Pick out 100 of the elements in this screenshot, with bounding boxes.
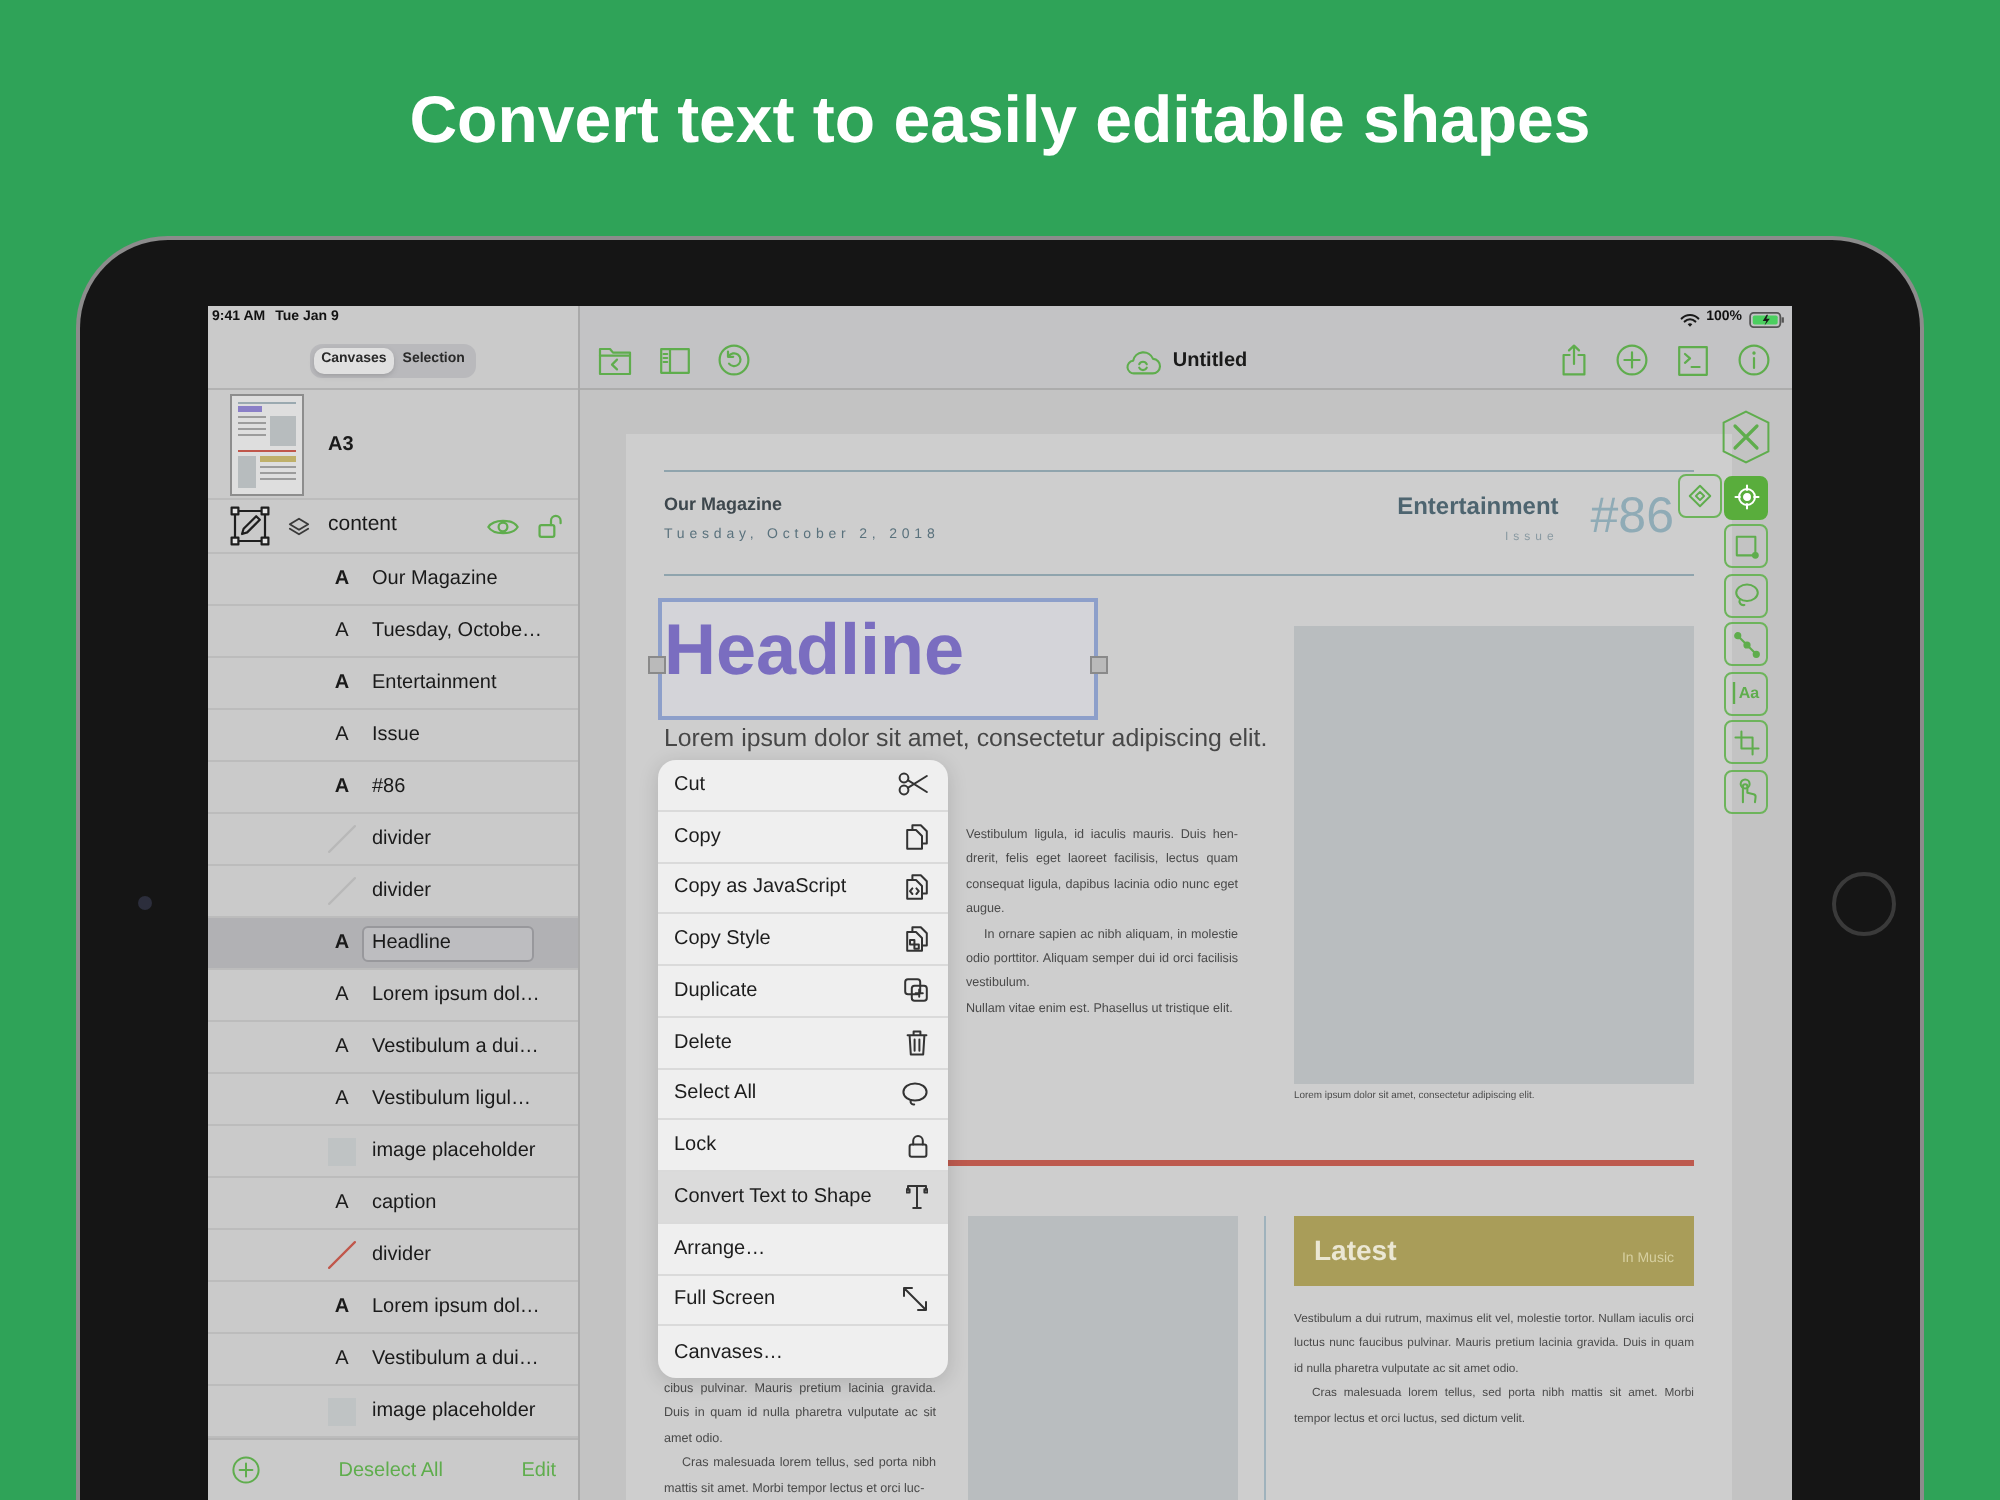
home-button[interactable] (1832, 871, 1896, 935)
layer-row[interactable]: image placeholder (208, 1126, 578, 1178)
add-icon[interactable] (232, 1456, 260, 1484)
style-document-icon (906, 926, 928, 953)
tool-button[interactable] (1678, 474, 1722, 518)
text-type-icon: A (334, 777, 350, 797)
close-icon[interactable] (1722, 410, 1770, 464)
tool-button[interactable] (1724, 769, 1768, 813)
layer-row[interactable]: divider (208, 1230, 578, 1282)
layer-row[interactable]: A Vestibulum a dui… (208, 1022, 578, 1074)
menu-item[interactable]: Full Screen (658, 1275, 948, 1327)
layer-name: Lorem ipsum dol… (370, 1293, 542, 1321)
layers-icon (288, 515, 310, 537)
layer-name: #86 (370, 773, 408, 801)
info-icon[interactable] (1738, 344, 1770, 376)
lasso-icon (1733, 582, 1759, 608)
layer-row[interactable]: A Vestibulum a dui… (208, 1334, 578, 1386)
share-icon[interactable] (1562, 344, 1586, 376)
text-to-shape-icon (906, 1183, 928, 1210)
menu-item[interactable]: Cut (658, 760, 948, 812)
layer-name: Tuesday, Octobe… (370, 617, 545, 645)
tool-button[interactable] (1724, 573, 1768, 617)
text-type-icon: A (335, 725, 349, 745)
menu-item[interactable]: Arrange… (658, 1223, 948, 1275)
frame-edit-icon[interactable] (230, 506, 270, 546)
layer-row[interactable]: image placeholder (208, 1386, 578, 1438)
crosshair-icon (1733, 484, 1759, 510)
layer-row[interactable]: A Issue (208, 710, 578, 762)
layer-name: divider (370, 1241, 433, 1269)
unlocked-lock-icon[interactable] (538, 514, 564, 538)
rectangle-icon (1733, 533, 1759, 559)
layer-name: divider (370, 877, 433, 905)
text-type-icon: A (334, 569, 350, 589)
duplicate-icon (904, 978, 928, 1003)
trash-icon (906, 1029, 928, 1056)
code-document-icon (906, 874, 928, 901)
text-type-icon: A (335, 621, 349, 641)
menu-item[interactable]: Copy as JavaScript (658, 863, 948, 915)
layer-row[interactable]: A #86 (208, 762, 578, 814)
layer-row[interactable]: A Our Magazine (208, 554, 578, 606)
bezier-path-icon (1733, 631, 1759, 657)
layer-row[interactable]: A Lorem ipsum dol… (208, 970, 578, 1022)
scissors-icon (898, 772, 928, 797)
document-title: Untitled (1172, 347, 1248, 375)
layer-name: caption (370, 1189, 439, 1217)
layer-name: Lorem ipsum dol… (370, 981, 542, 1009)
headline-text: Headline (664, 610, 967, 690)
layer-name: image placeholder (370, 1137, 538, 1165)
layer-row[interactable]: A caption (208, 1178, 578, 1230)
add-icon[interactable] (1616, 344, 1648, 376)
layer-name: Vestibulum a dui… (370, 1033, 541, 1061)
tool-button[interactable] (1724, 524, 1768, 568)
text-type-icon: A (334, 1297, 350, 1317)
cloud-sync-icon (1124, 345, 1163, 375)
menu-item[interactable]: Convert Text to Shape (658, 1172, 948, 1224)
text-type-icon: A (335, 1349, 349, 1369)
promo-headline: Convert text to easily editable shapes (409, 85, 1591, 151)
battery-icon (1748, 311, 1786, 327)
layer-row[interactable]: A Entertainment (208, 658, 578, 710)
menu-item[interactable]: Copy (658, 811, 948, 863)
layer-row[interactable]: A Vestibulum ligul… (208, 1074, 578, 1126)
terminal-icon[interactable] (1678, 345, 1708, 375)
menu-item[interactable]: Canvases… (658, 1326, 948, 1378)
banner-title: Latest (1314, 1232, 1397, 1270)
section-title: Entertainment (1397, 492, 1559, 520)
canvas-name: A3 (328, 431, 354, 459)
tool-button[interactable] (1724, 622, 1768, 666)
text-type-icon: A (335, 1037, 349, 1057)
layer-group-name: content (328, 510, 399, 541)
menu-item[interactable]: Copy Style (658, 914, 948, 966)
layer-name: Vestibulum ligul… (370, 1085, 533, 1113)
text-type-icon: A (335, 985, 349, 1005)
revert-icon[interactable] (718, 344, 750, 376)
layer-row[interactable]: A Lorem ipsum dol… (208, 1282, 578, 1334)
copy-icon (906, 823, 928, 850)
diamond-icon (1688, 484, 1712, 508)
magazine-name: Our Magazine (664, 492, 783, 516)
sidebar-toggle-icon[interactable] (660, 347, 690, 373)
wifi-icon (1680, 311, 1701, 327)
menu-item[interactable]: Delete (658, 1017, 948, 1069)
text-tool-label: Aa (1738, 685, 1760, 701)
layer-row[interactable]: divider (208, 814, 578, 866)
tool-button[interactable] (1724, 475, 1768, 519)
menu-item[interactable]: Duplicate (658, 966, 948, 1018)
layer-name: Vestibulum a dui… (370, 1345, 541, 1373)
lasso-icon (902, 1081, 928, 1106)
layer-name: Entertainment (370, 669, 499, 697)
text-type-icon: A (334, 673, 350, 693)
resize-handle[interactable] (1090, 656, 1108, 674)
layer-name: Headline (362, 925, 534, 961)
folder-icon[interactable] (598, 345, 632, 375)
resize-handle[interactable] (648, 656, 666, 674)
camera-icon (137, 896, 151, 910)
expand-arrows-icon (902, 1286, 928, 1313)
menu-item[interactable]: Select All (658, 1069, 948, 1121)
layer-name: Issue (370, 721, 422, 749)
layer-row[interactable]: A Tuesday, Octobe… (208, 606, 578, 658)
eye-icon[interactable] (486, 515, 520, 537)
tool-button[interactable] (1724, 720, 1768, 764)
layer-row[interactable]: A Headline (208, 918, 578, 970)
